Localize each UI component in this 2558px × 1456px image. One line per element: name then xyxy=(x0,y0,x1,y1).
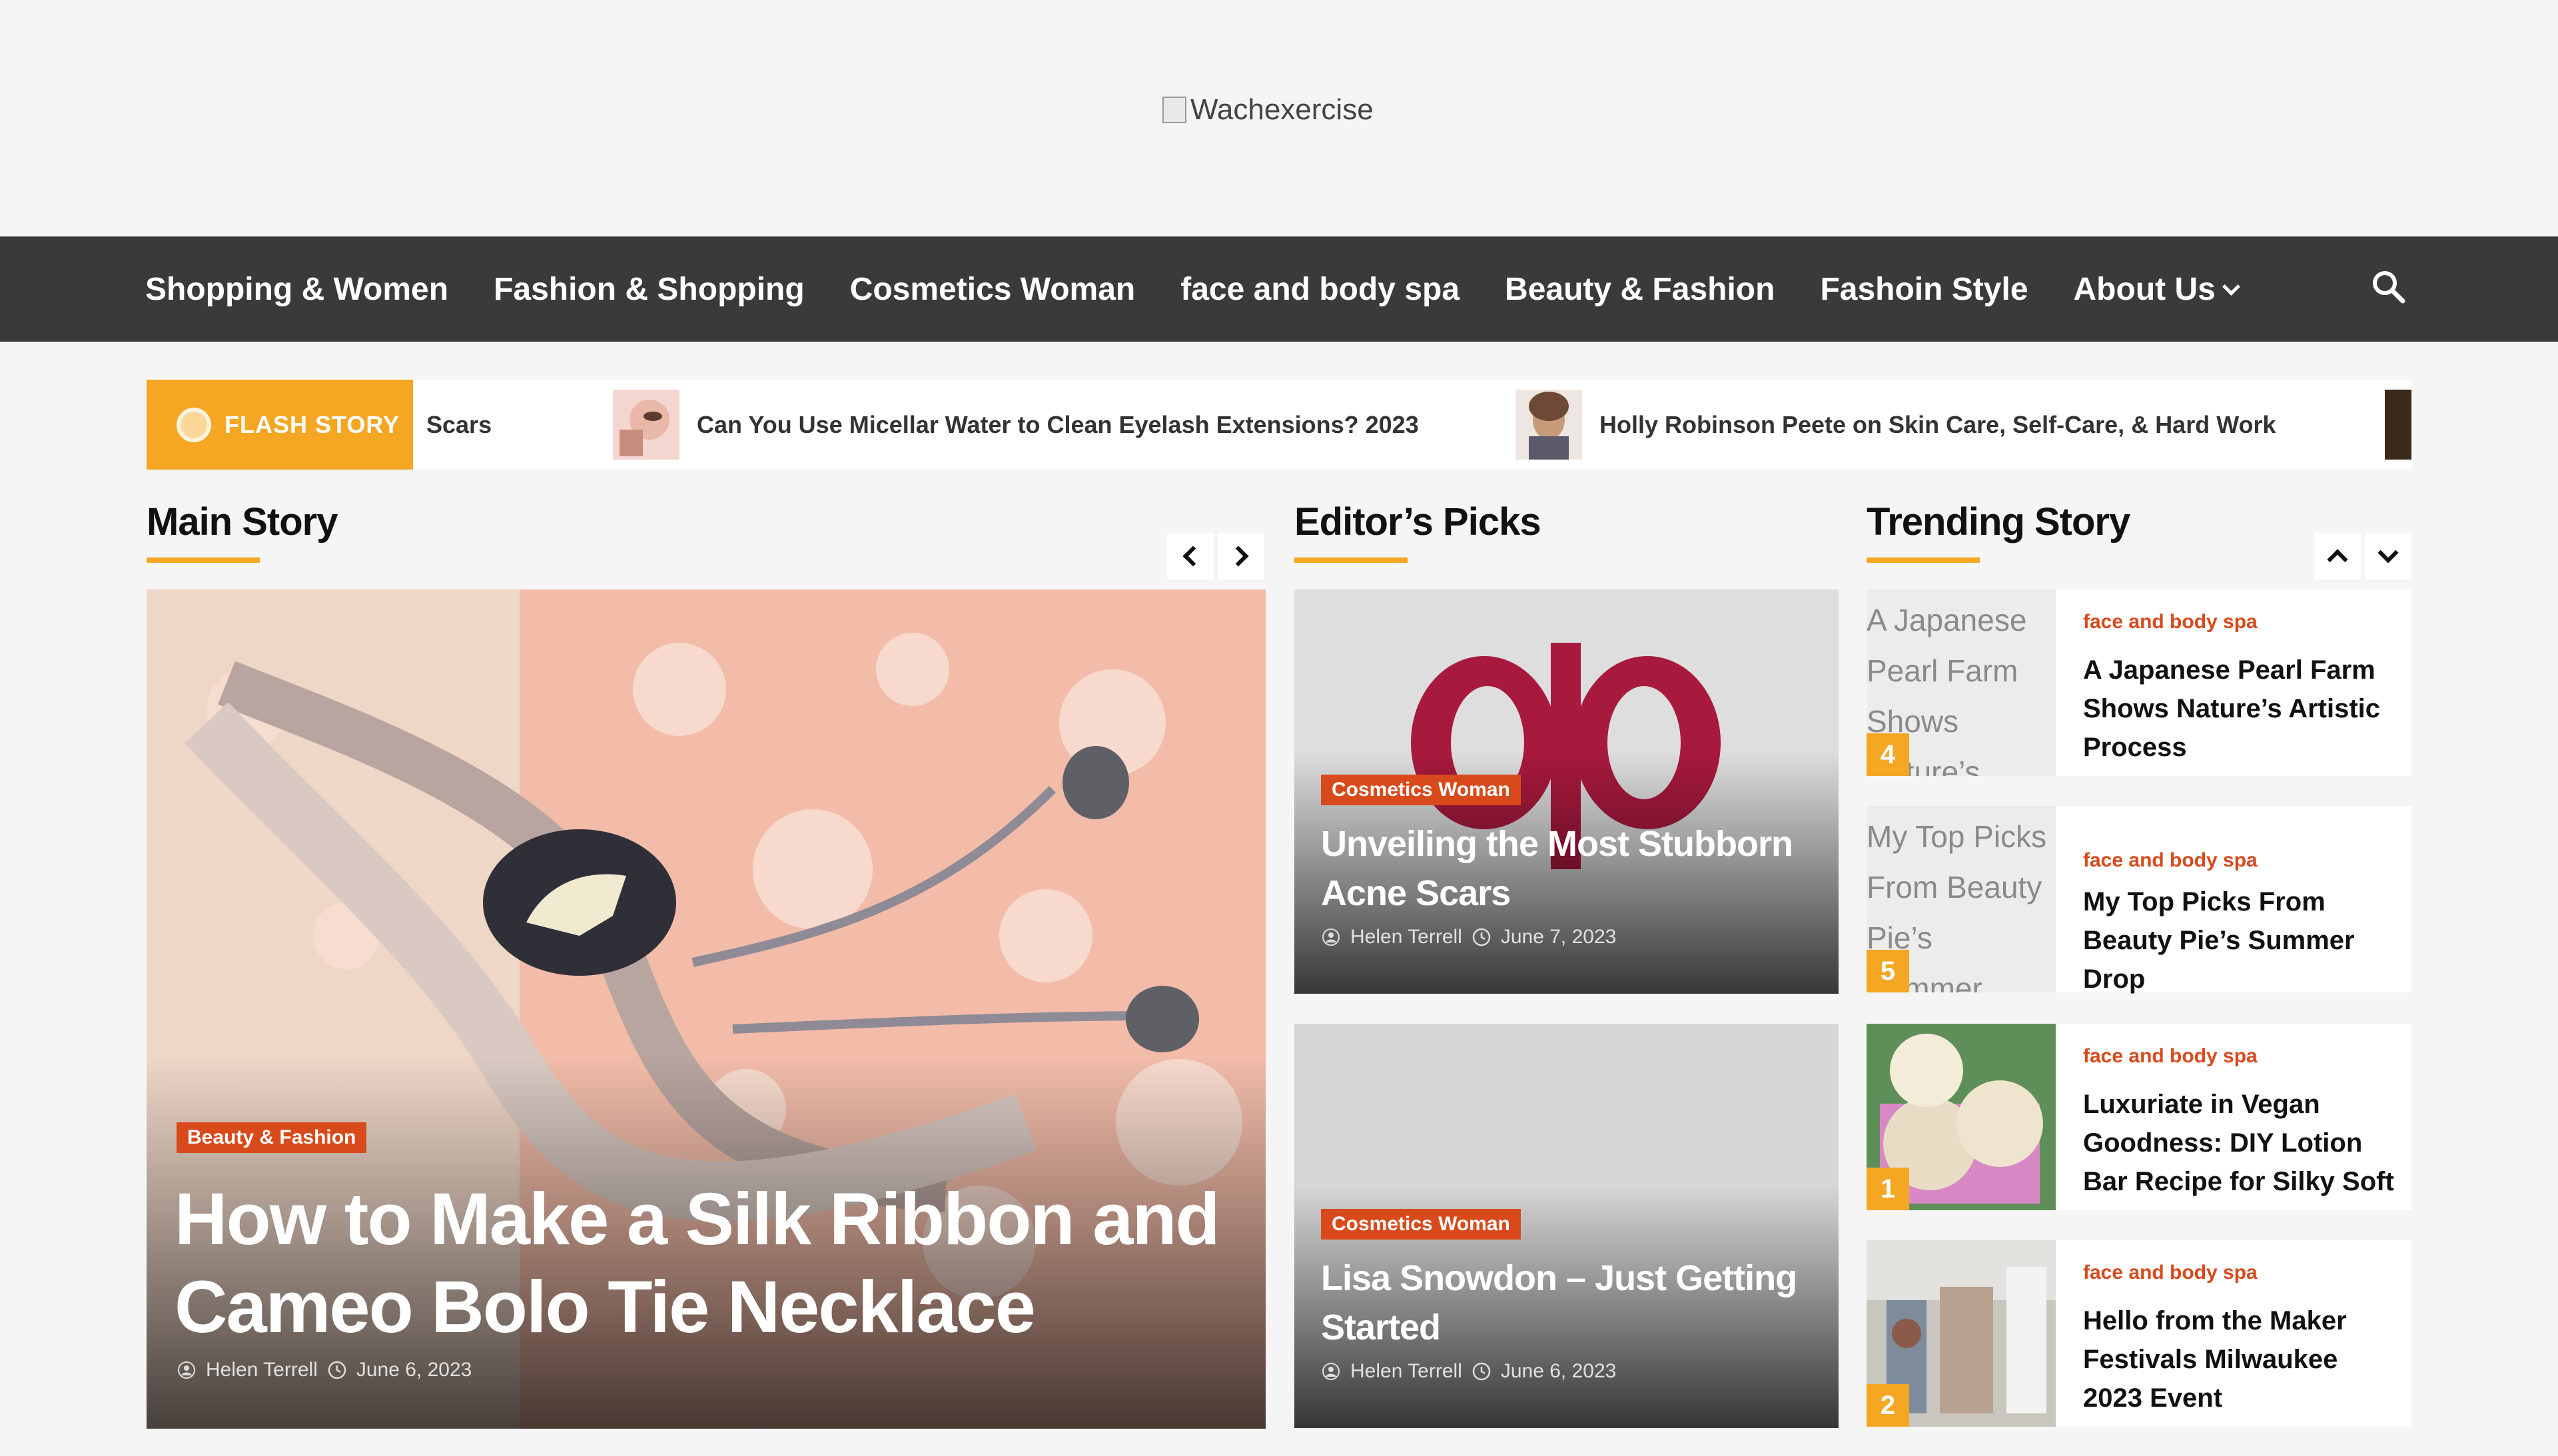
chevron-down-icon xyxy=(2222,277,2240,296)
trending-thumbnail[interactable]: A Japanese Pearl Farm Shows Nature’s 4 xyxy=(1867,589,2056,776)
ticker-item[interactable]: Scars xyxy=(426,380,492,470)
category-link[interactable]: face and body spa xyxy=(2083,1262,2258,1284)
user-icon xyxy=(1322,1363,1340,1380)
clock-icon xyxy=(1472,928,1491,946)
broken-image-icon xyxy=(1162,97,1186,123)
clock-icon xyxy=(1472,1362,1491,1381)
trending-item: 1 face and body spa Luxuriate in Vegan G… xyxy=(1867,1024,2411,1210)
post-date[interactable]: June 7, 2023 xyxy=(1501,926,1616,948)
main-story-prev-button[interactable] xyxy=(1167,533,1214,579)
category-badge[interactable]: Cosmetics Woman xyxy=(1321,1209,1521,1240)
flash-story-label: FLASH STORY xyxy=(147,380,413,470)
nav-item-about-us-label: About Us xyxy=(2073,271,2216,307)
category-badge[interactable]: Cosmetics Woman xyxy=(1321,775,1521,805)
search-icon[interactable] xyxy=(2368,266,2408,306)
user-icon xyxy=(178,1361,195,1379)
trending-prev-button[interactable] xyxy=(2314,533,2361,579)
ticker-thumbnail xyxy=(2385,390,2411,460)
ticker-thumbnail xyxy=(613,390,679,460)
post-meta: Helen Terrell June 7, 2023 xyxy=(1321,926,1616,948)
trending-item: 2 face and body spa Hello from the Maker… xyxy=(1867,1240,2411,1427)
trending-title[interactable]: My Top Picks From Beauty Pie’s Summer Dr… xyxy=(2083,883,2396,998)
chevron-up-icon xyxy=(2327,549,2348,570)
post-meta: Helen Terrell June 6, 2023 xyxy=(177,1359,472,1381)
trending-story-heading: Trending Story xyxy=(1867,500,2130,544)
trending-item: My Top Picks From Beauty Pie’s Summer Dr… xyxy=(1867,806,2411,994)
main-story-card[interactable]: Beauty & Fashion How to Make a Silk Ribb… xyxy=(147,589,1266,1429)
main-story-title[interactable]: How to Make a Silk Ribbon and Cameo Bolo… xyxy=(175,1176,1254,1351)
post-author[interactable]: Helen Terrell xyxy=(206,1359,318,1381)
nav-item-cosmetics-woman[interactable]: Cosmetics Woman xyxy=(850,271,1136,308)
trending-thumbnail[interactable]: 2 xyxy=(1867,1240,2056,1427)
ticker-item-title: Scars xyxy=(426,410,492,438)
post-meta: Helen Terrell June 6, 2023 xyxy=(1321,1360,1616,1383)
editors-picks-heading: Editor’s Picks xyxy=(1294,500,1541,544)
trending-title[interactable]: A Japanese Pearl Farm Shows Nature’s Art… xyxy=(2083,651,2396,767)
nav-item-fashoin-style[interactable]: Fashoin Style xyxy=(1820,271,2028,308)
nav-item-face-body-spa[interactable]: face and body spa xyxy=(1180,271,1460,308)
category-link[interactable]: face and body spa xyxy=(2083,1045,2258,1068)
category-link[interactable]: face and body spa xyxy=(2083,849,2258,872)
site-header: Wachexercise xyxy=(0,0,2558,236)
clock-icon xyxy=(328,1361,346,1379)
post-date[interactable]: June 6, 2023 xyxy=(356,1359,472,1381)
trending-item: A Japanese Pearl Farm Shows Nature’s 4 f… xyxy=(1867,589,2411,776)
trending-title[interactable]: Hello from the Maker Festivals Milwaukee… xyxy=(2083,1301,2396,1417)
nav-item-beauty-fashion[interactable]: Beauty & Fashion xyxy=(1505,271,1775,308)
user-icon xyxy=(1322,928,1340,946)
post-author[interactable]: Helen Terrell xyxy=(1350,926,1462,948)
post-date[interactable]: June 6, 2023 xyxy=(1501,1360,1616,1383)
editors-pick-card[interactable]: Cosmetics Woman Unveiling the Most Stubb… xyxy=(1294,589,1839,994)
chevron-left-icon xyxy=(1182,546,1204,567)
flash-dot-icon xyxy=(177,407,211,442)
rank-badge: 2 xyxy=(1867,1384,1909,1427)
post-author[interactable]: Helen Terrell xyxy=(1350,1360,1462,1383)
trending-thumbnail[interactable]: My Top Picks From Beauty Pie’s Summer Dr… xyxy=(1867,806,2056,992)
chevron-down-icon xyxy=(2377,542,2399,563)
nav-item-about-us[interactable]: About Us xyxy=(2073,271,2240,308)
main-story-heading: Main Story xyxy=(147,500,338,544)
rank-badge: 5 xyxy=(1867,950,1909,992)
heading-underline xyxy=(1294,557,1408,563)
editors-pick-title[interactable]: Unveiling the Most Stubborn Acne Scars xyxy=(1321,819,1827,918)
site-logo[interactable]: Wachexercise xyxy=(1162,93,1374,127)
rank-badge: 4 xyxy=(1867,733,1909,776)
flash-story-ticker: FLASH STORY Scars Can You Use Micellar W… xyxy=(147,380,2411,470)
nav-item-fashion-shopping[interactable]: Fashion & Shopping xyxy=(494,271,805,308)
nav-item-shopping-women[interactable]: Shopping & Women xyxy=(145,271,448,308)
heading-underline xyxy=(1867,557,1980,563)
trending-thumbnail[interactable]: 1 xyxy=(1867,1024,2056,1210)
logo-alt-text: Wachexercise xyxy=(1190,93,1374,126)
editors-pick-card[interactable]: Cosmetics Woman Lisa Snowdon – Just Gett… xyxy=(1294,1024,1839,1428)
trending-title[interactable]: Luxuriate in Vegan Goodness: DIY Lotion … xyxy=(2083,1085,2396,1205)
ticker-item-title: Holly Robinson Peete on Skin Care, Self-… xyxy=(1599,410,2276,438)
main-navigation: Shopping & Women Fashion & Shopping Cosm… xyxy=(0,236,2558,342)
ticker-thumbnail xyxy=(1515,390,1582,460)
trending-next-button[interactable] xyxy=(2365,533,2411,579)
rank-badge: 1 xyxy=(1867,1168,1909,1210)
category-link[interactable]: face and body spa xyxy=(2083,611,2258,633)
main-story-next-button[interactable] xyxy=(1218,533,1264,579)
heading-underline xyxy=(147,557,260,563)
chevron-right-icon xyxy=(1228,546,1249,567)
category-badge[interactable]: Beauty & Fashion xyxy=(177,1122,367,1153)
editors-pick-title[interactable]: Lisa Snowdon – Just Getting Started xyxy=(1321,1254,1827,1352)
flash-story-label-text: FLASH STORY xyxy=(224,410,400,438)
ticker-item[interactable]: Holly Robinson Peete on Skin Care, Self-… xyxy=(1515,380,2276,470)
ticker-item-title: Can You Use Micellar Water to Clean Eyel… xyxy=(697,410,1419,438)
ticker-item[interactable]: Can You Use Micellar Water to Clean Eyel… xyxy=(613,380,1419,470)
